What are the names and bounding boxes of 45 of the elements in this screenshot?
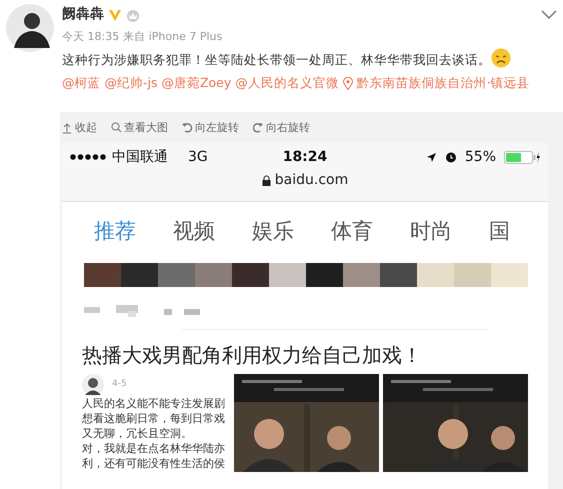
nav-tab[interactable]: 国 bbox=[489, 216, 510, 247]
mention-link[interactable]: @纪帅-js bbox=[104, 74, 158, 90]
toolbar-button[interactable]: 收起 bbox=[62, 120, 97, 136]
nav-tab[interactable]: 推荐 bbox=[94, 216, 136, 247]
article-text-line: 又无聊，冗长且空洞。 bbox=[82, 426, 193, 441]
article-text-line: 对，我就是在点名林华华陆亦 bbox=[82, 441, 226, 456]
search-icon bbox=[111, 122, 122, 134]
post-text: 这种行为涉嫌职务犯罪！坐等陆处长带领一处周正、林华华带我回去谈话。 @柯蓝 @纪帅-js @唐菀Zoey @人民的名义官微 黔东南苗族侗族自治州·镇远县 bbox=[62, 48, 552, 94]
user-name[interactable]: 阙犇犇 bbox=[62, 4, 104, 25]
toolbar-button[interactable]: 向右旋转 bbox=[253, 120, 310, 136]
avatar bbox=[82, 374, 104, 396]
nav-tab[interactable]: 娱乐 bbox=[252, 216, 294, 247]
emoji-icon bbox=[491, 48, 511, 68]
mention-link[interactable]: @人民的名义官微 bbox=[235, 74, 339, 90]
battery-percent: 55% bbox=[464, 148, 496, 166]
carrier-label: 中国联通 bbox=[112, 148, 168, 166]
location-icon bbox=[342, 76, 353, 90]
address-bar[interactable]: baidu.com bbox=[262, 170, 348, 190]
location-link[interactable]: 黔东南苗族侗族自治州·镇远县 bbox=[342, 74, 530, 90]
nav-tab[interactable]: 时尚 bbox=[410, 216, 452, 247]
location-arrow-icon bbox=[426, 152, 437, 162]
network-label: 3G bbox=[188, 148, 208, 166]
chevron-down-icon[interactable] bbox=[541, 10, 557, 20]
nav-tab[interactable]: 视频 bbox=[173, 216, 215, 247]
post-source: 来自 iPhone 7 Plus bbox=[123, 29, 222, 45]
toolbar-button[interactable]: 查看大图 bbox=[111, 120, 168, 136]
article-text-line: 人民的名义能不能专注发展剧 bbox=[82, 396, 226, 411]
article-headline: 热播大戏男配角利用权力给自己加戏！ bbox=[81, 342, 423, 369]
signal-icon bbox=[70, 154, 108, 160]
lock-icon bbox=[262, 174, 271, 186]
status-time: 18:24 bbox=[282, 148, 328, 166]
nav-tab[interactable]: 体育 bbox=[331, 216, 373, 247]
alarm-icon bbox=[444, 151, 457, 163]
article-text-line: 利，还有可能没有性生活的侯 bbox=[82, 456, 226, 471]
rotate-left-icon bbox=[182, 122, 193, 134]
rotate-right-icon bbox=[253, 122, 264, 134]
post-time[interactable]: 今天 18:35 bbox=[62, 29, 120, 46]
article-date: 4-5 bbox=[112, 378, 127, 392]
toolbar-button[interactable]: 向左旋转 bbox=[182, 120, 239, 136]
avatar[interactable] bbox=[6, 4, 54, 52]
up-arrow-icon bbox=[62, 122, 73, 134]
mention-link[interactable]: @唐菀Zoey bbox=[161, 74, 232, 90]
article-text-line: 想看这脆刷日常，每到日常戏 bbox=[82, 411, 226, 426]
battery-icon bbox=[504, 150, 540, 164]
mention-link[interactable]: @柯蓝 bbox=[62, 74, 100, 90]
